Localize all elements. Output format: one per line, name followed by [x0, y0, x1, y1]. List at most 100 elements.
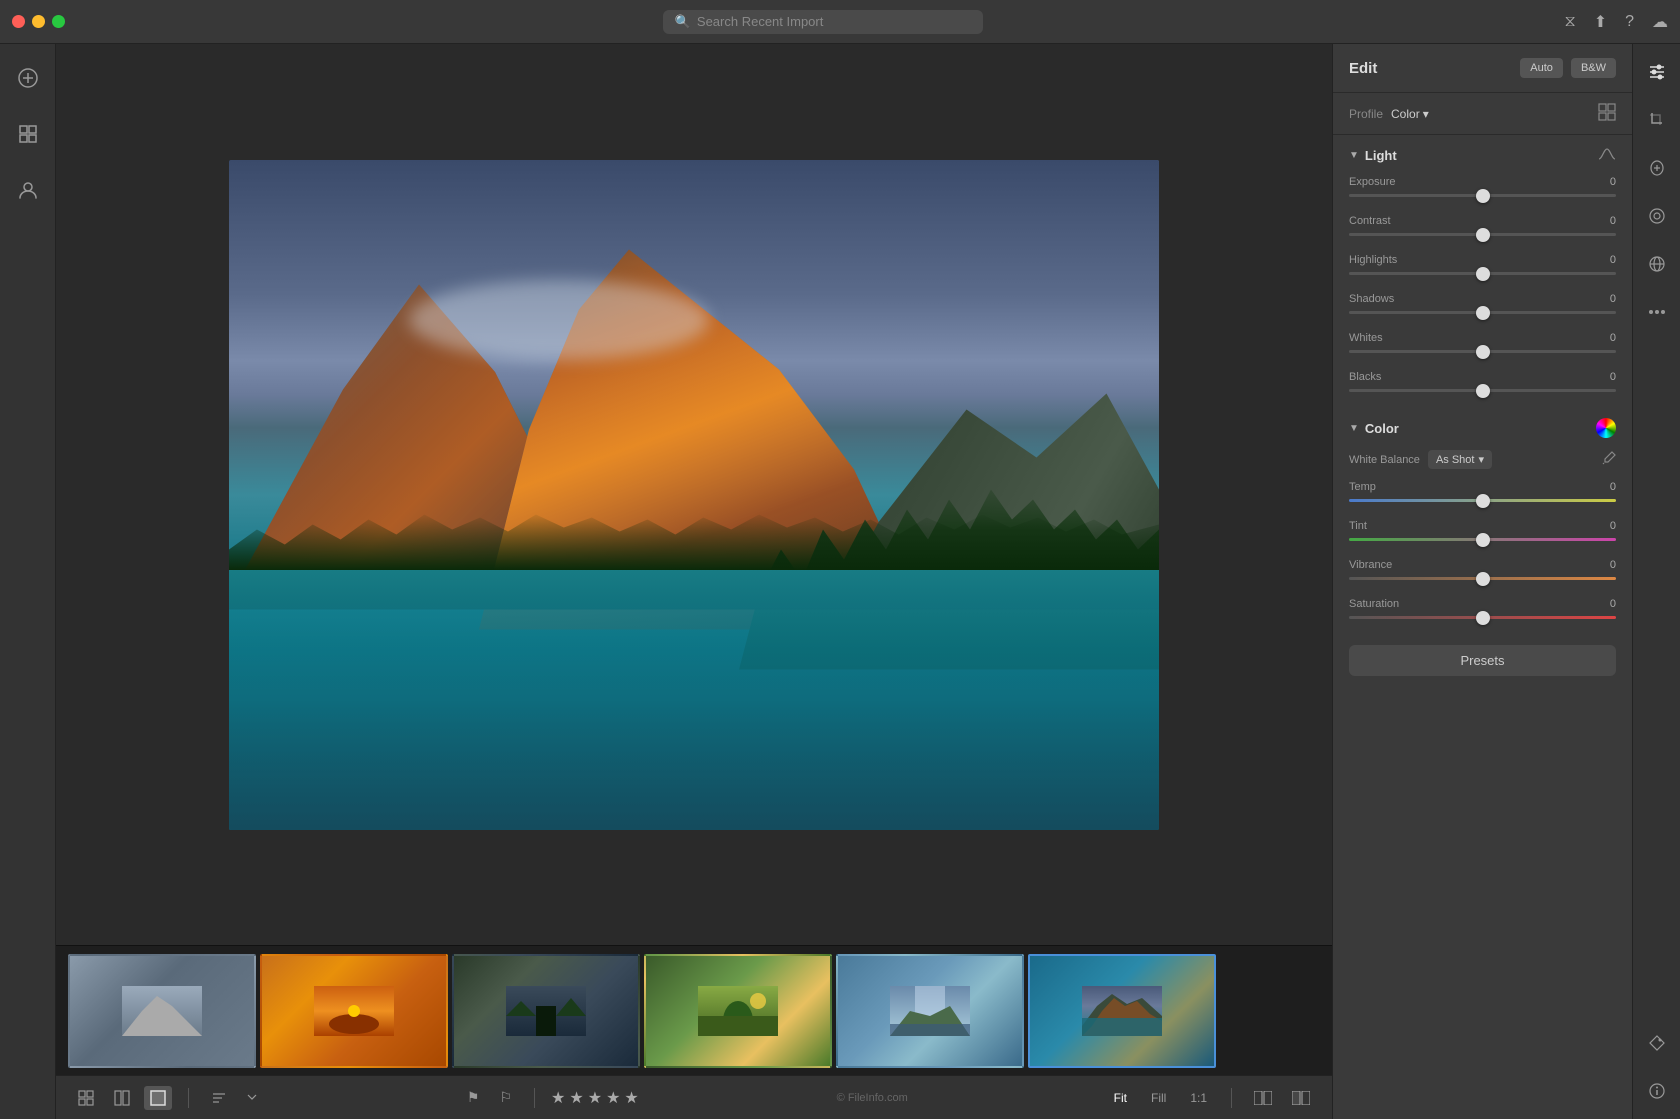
blacks-thumb[interactable] — [1476, 384, 1490, 398]
filter-icon[interactable]: ⧖ — [1564, 13, 1575, 31]
vibrance-label-row: Vibrance 0 — [1349, 559, 1616, 571]
main-photo[interactable] — [229, 160, 1159, 830]
flag-reject-button[interactable]: ⚐ — [493, 1085, 518, 1110]
vibrance-track[interactable] — [1349, 577, 1616, 580]
blacks-track[interactable] — [1349, 389, 1616, 392]
star-2[interactable]: ★ — [569, 1088, 583, 1108]
far-sidebar-healing[interactable] — [1641, 152, 1673, 184]
contrast-value: 0 — [1610, 215, 1616, 227]
bw-button[interactable]: B&W — [1571, 58, 1616, 78]
blacks-value: 0 — [1610, 371, 1616, 383]
close-button[interactable] — [12, 15, 25, 28]
sort-dropdown-button[interactable] — [241, 1090, 263, 1105]
profile-grid-button[interactable] — [1598, 103, 1616, 124]
zoom-1to1-button[interactable]: 1:1 — [1182, 1088, 1215, 1108]
contrast-thumb[interactable] — [1476, 228, 1490, 242]
exposure-value: 0 — [1610, 176, 1616, 188]
flag-pick-button[interactable]: ⚑ — [461, 1085, 486, 1110]
eyedropper-icon[interactable] — [1602, 451, 1616, 468]
auto-button[interactable]: Auto — [1520, 58, 1563, 78]
whites-thumb[interactable] — [1476, 345, 1490, 359]
whites-track[interactable] — [1349, 350, 1616, 353]
contrast-track[interactable] — [1349, 233, 1616, 236]
contrast-label: Contrast — [1349, 215, 1391, 227]
temp-track[interactable] — [1349, 499, 1616, 502]
star-4[interactable]: ★ — [606, 1088, 620, 1108]
vibrance-slider-row: Vibrance 0 — [1333, 555, 1632, 594]
filmstrip-thumb-6[interactable] — [1028, 954, 1216, 1068]
curve-icon-button[interactable] — [1598, 147, 1616, 164]
shadows-track[interactable] — [1349, 311, 1616, 314]
thumb-image-3 — [454, 956, 638, 1066]
image-viewer — [56, 44, 1332, 945]
saturation-thumb[interactable] — [1476, 611, 1490, 625]
filmstrip-thumb-1[interactable] — [68, 954, 256, 1068]
filmstrip — [56, 945, 1332, 1075]
far-sidebar-crop[interactable] — [1641, 104, 1673, 136]
temp-value: 0 — [1610, 481, 1616, 493]
star-3[interactable]: ★ — [588, 1088, 602, 1108]
star-1[interactable]: ★ — [551, 1088, 565, 1108]
presets-button[interactable]: Presets — [1349, 645, 1616, 676]
far-sidebar-sliders[interactable] — [1641, 56, 1673, 88]
separator-2 — [534, 1088, 535, 1108]
sidebar-icon-people[interactable] — [10, 172, 46, 208]
star-5[interactable]: ★ — [624, 1088, 638, 1108]
fill-button[interactable]: Fill — [1143, 1088, 1174, 1108]
tint-thumb[interactable] — [1476, 533, 1490, 547]
search-input[interactable] — [697, 14, 971, 29]
tint-track[interactable] — [1349, 538, 1616, 541]
filmstrip-thumb-2[interactable] — [260, 954, 448, 1068]
saturation-label-row: Saturation 0 — [1349, 598, 1616, 610]
thumb-image-5 — [838, 956, 1022, 1066]
filmstrip-thumb-4[interactable] — [644, 954, 832, 1068]
shadows-thumb[interactable] — [1476, 306, 1490, 320]
filmstrip-thumb-5[interactable] — [836, 954, 1024, 1068]
survey-button[interactable] — [1286, 1087, 1316, 1109]
square-view-button[interactable] — [108, 1086, 136, 1110]
sort-button[interactable] — [205, 1086, 233, 1110]
sidebar-icon-catalog[interactable] — [10, 116, 46, 152]
lake-reflection — [229, 570, 1159, 830]
profile-row: Profile Color ▾ — [1333, 93, 1632, 135]
grid-view-button[interactable] — [72, 1086, 100, 1110]
snow-patches — [409, 280, 709, 360]
titlebar-actions: ⧖ ⬆ ? ☁ — [1564, 12, 1668, 32]
highlights-track[interactable] — [1349, 272, 1616, 275]
light-section-header[interactable]: ▼ Light — [1333, 135, 1632, 172]
exposure-thumb[interactable] — [1476, 189, 1490, 203]
saturation-track[interactable] — [1349, 616, 1616, 619]
minimize-button[interactable] — [32, 15, 45, 28]
far-sidebar-globe[interactable] — [1641, 248, 1673, 280]
far-sidebar-masking[interactable] — [1641, 200, 1673, 232]
white-balance-row: White Balance As Shot ▾ — [1333, 446, 1632, 477]
share-icon[interactable]: ⬆ — [1594, 12, 1607, 32]
fit-button[interactable]: Fit — [1106, 1088, 1135, 1108]
shadows-label-row: Shadows 0 — [1349, 293, 1616, 305]
temp-thumb[interactable] — [1476, 494, 1490, 508]
color-wheel-button[interactable] — [1596, 418, 1616, 438]
copyright-text: © FileInfo.com — [837, 1092, 908, 1104]
maximize-button[interactable] — [52, 15, 65, 28]
highlights-thumb[interactable] — [1476, 267, 1490, 281]
sidebar-icon-add[interactable] — [10, 60, 46, 96]
exposure-track[interactable] — [1349, 194, 1616, 197]
single-view-button[interactable] — [144, 1086, 172, 1110]
tint-value: 0 — [1610, 520, 1616, 532]
shadows-label: Shadows — [1349, 293, 1394, 305]
profile-value[interactable]: Color ▾ — [1391, 107, 1429, 121]
highlights-label: Highlights — [1349, 254, 1397, 266]
cloud-icon[interactable]: ☁ — [1652, 12, 1668, 32]
vibrance-thumb[interactable] — [1476, 572, 1490, 586]
tint-slider-row: Tint 0 — [1333, 516, 1632, 555]
far-sidebar-info[interactable] — [1641, 1075, 1673, 1107]
wb-dropdown[interactable]: As Shot ▾ — [1428, 450, 1492, 469]
help-icon[interactable]: ? — [1625, 13, 1634, 31]
compare-button[interactable] — [1248, 1087, 1278, 1109]
color-section-header[interactable]: ▼ Color — [1333, 406, 1632, 446]
filmstrip-thumb-3[interactable] — [452, 954, 640, 1068]
far-sidebar-tag[interactable] — [1641, 1027, 1673, 1059]
far-sidebar-more[interactable] — [1641, 296, 1673, 328]
thumb-image-4 — [646, 956, 830, 1066]
whites-slider-row: Whites 0 — [1333, 328, 1632, 367]
